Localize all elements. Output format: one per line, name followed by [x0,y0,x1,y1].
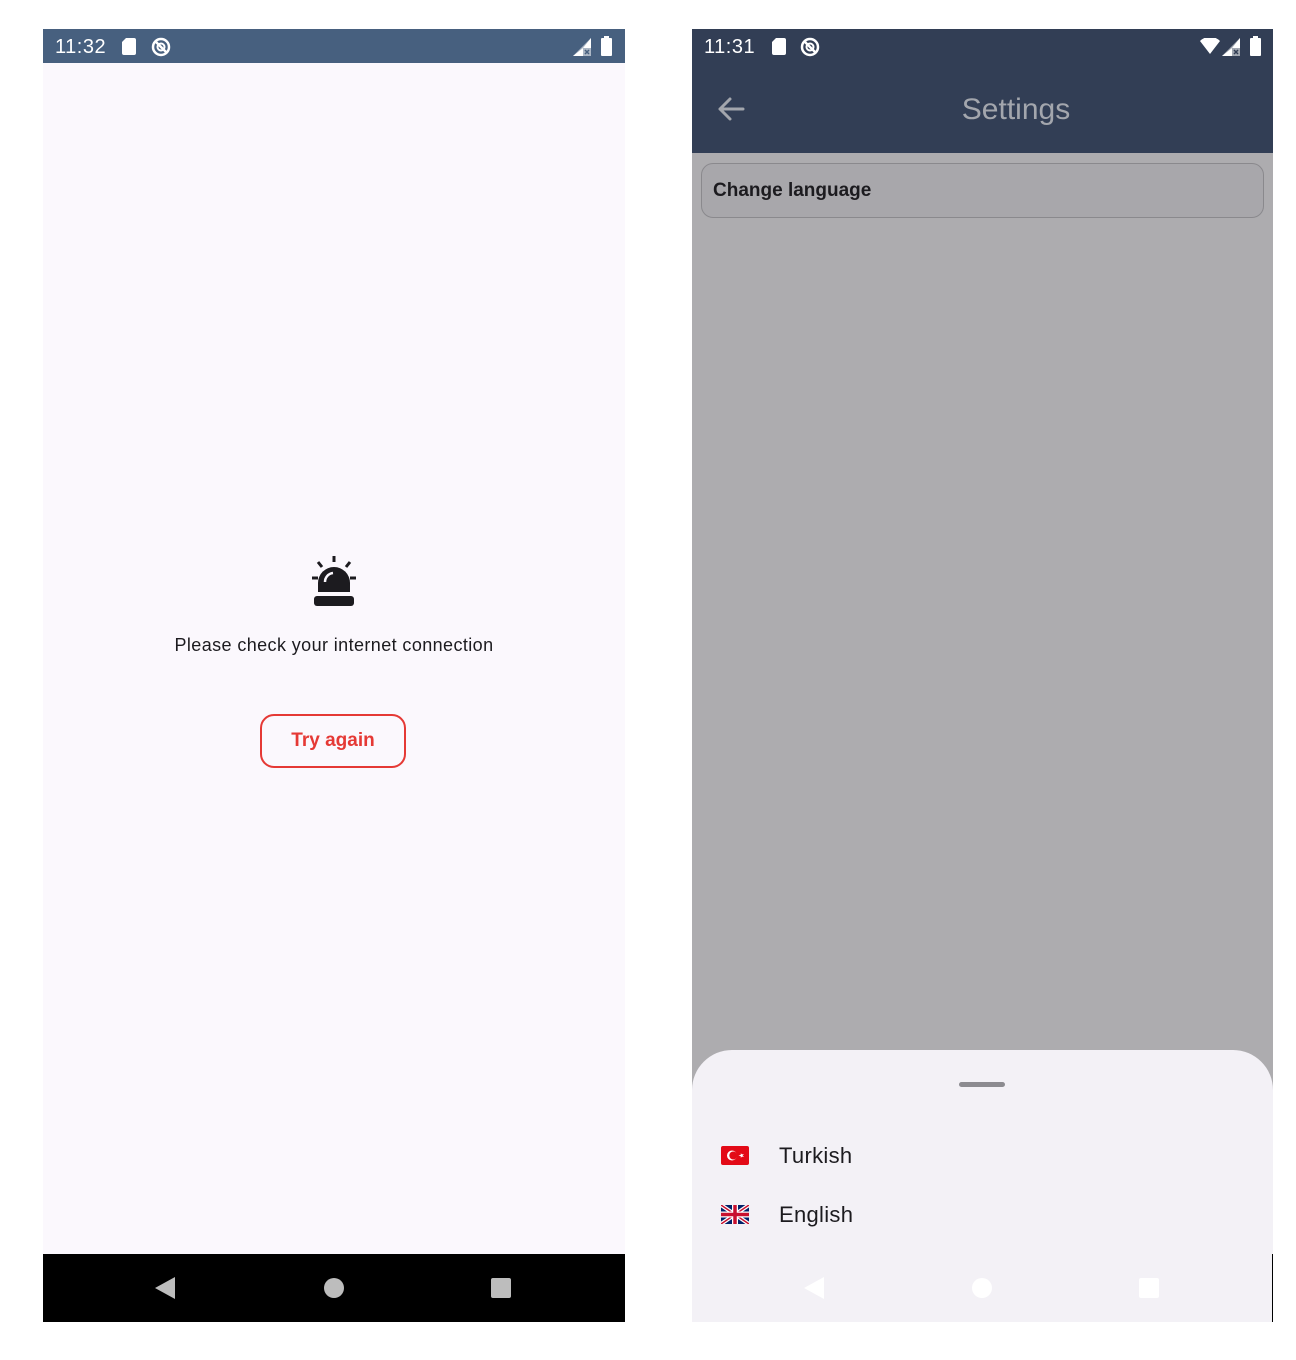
change-language-label: Change language [713,180,872,201]
settings-screen: 11:31 Settings Change language Turkish E… [692,29,1273,1322]
status-bar: 11:32 [43,29,625,63]
sd-card-icon [772,38,786,55]
turkey-flag-icon [721,1146,749,1165]
nav-home-icon [324,1278,344,1298]
nav-back-icon [155,1277,175,1299]
status-time: 11:31 [704,36,756,58]
do-not-disturb-icon [151,37,171,57]
nav-recents-button[interactable] [471,1254,531,1322]
page-title: Settings [961,93,1071,126]
battery-icon [601,36,612,56]
language-option-turkish[interactable]: Turkish [692,1130,1273,1184]
signal-icon [573,38,591,56]
nav-recents-icon [1139,1278,1159,1298]
nav-recents-icon [491,1278,511,1298]
status-time: 11:32 [55,36,107,58]
sd-card-icon [122,38,136,55]
nav-home-button[interactable] [304,1254,364,1322]
uk-flag-icon [721,1205,749,1224]
navigation-bar [43,1254,625,1322]
nav-back-button[interactable] [135,1254,195,1322]
no-connection-screen: 11:32 Please check your internet connect… [43,29,625,1322]
change-language-tile[interactable]: Change language [701,163,1264,218]
nav-recents-button[interactable] [1119,1254,1179,1322]
battery-icon [1250,36,1261,56]
status-bar: 11:31 [692,29,1273,63]
language-bottom-sheet: Turkish English [692,1050,1273,1322]
do-not-disturb-icon [800,37,820,57]
app-bar: Settings [692,63,1273,153]
language-label: Turkish [779,1143,853,1168]
nav-back-icon [804,1277,824,1299]
drag-handle[interactable] [959,1082,1005,1087]
wifi-icon [1200,38,1220,54]
divider [1272,1254,1273,1322]
connection-error-message: Please check your internet connection [174,635,494,655]
nav-home-icon [972,1278,992,1298]
nav-home-button[interactable] [952,1254,1012,1322]
language-option-english[interactable]: English [692,1189,1273,1243]
try-again-button[interactable]: Try again [260,714,406,768]
alarm-light-icon [312,556,356,606]
nav-back-button[interactable] [784,1254,844,1322]
signal-icon [1222,38,1240,56]
language-label: English [779,1202,854,1227]
navigation-bar [692,1254,1273,1322]
